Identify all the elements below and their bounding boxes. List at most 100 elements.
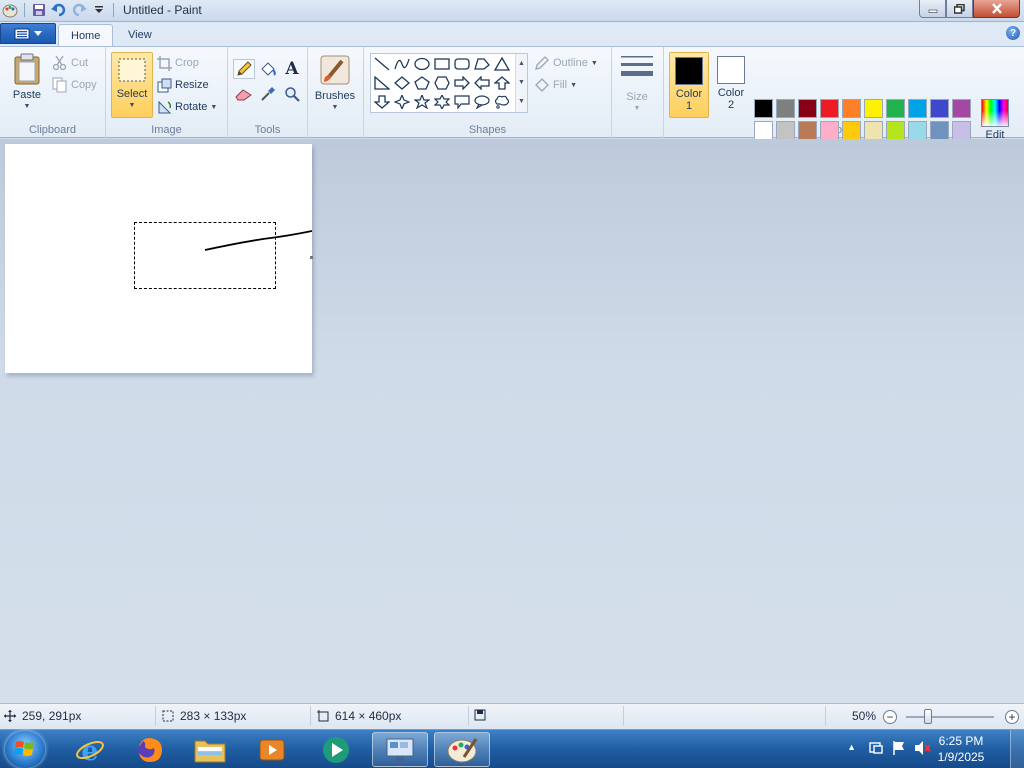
shape-five-point-star-icon[interactable] — [412, 92, 432, 112]
palette-swatch[interactable] — [864, 121, 883, 140]
save-icon[interactable] — [31, 2, 47, 18]
text-tool[interactable]: A — [281, 59, 303, 79]
palette-swatch[interactable] — [908, 99, 927, 118]
zoom-in-button[interactable]: + — [1005, 710, 1019, 724]
customize-qat-icon[interactable] — [91, 2, 107, 18]
restore-button[interactable] — [946, 0, 973, 18]
tab-view[interactable]: View — [116, 24, 164, 46]
shape-right-arrow-icon[interactable] — [452, 73, 472, 93]
taskbar-media-center[interactable] — [308, 732, 364, 767]
fill-tool[interactable] — [257, 59, 279, 79]
palette-swatch[interactable] — [776, 99, 795, 118]
shape-rectangle-icon[interactable] — [432, 54, 452, 74]
shape-up-arrow-icon[interactable] — [492, 73, 512, 93]
shape-curve-icon[interactable] — [392, 54, 412, 74]
shape-diamond-icon[interactable] — [392, 73, 412, 93]
selection-rectangle[interactable] — [134, 222, 276, 289]
start-button[interactable] — [5, 731, 45, 768]
palette-swatch[interactable] — [864, 99, 883, 118]
palette-swatch[interactable] — [930, 99, 949, 118]
taskbar-media-player[interactable] — [244, 732, 300, 767]
palette-swatch[interactable] — [776, 121, 795, 140]
rotate-button[interactable]: Rotate ▼ — [157, 97, 217, 117]
chevron-down-icon: ▼ — [23, 103, 31, 110]
shapes-scrollbar[interactable]: ▲ ▼ ▼ — [515, 54, 527, 112]
shape-six-point-star-icon[interactable] — [432, 92, 452, 112]
palette-swatch[interactable] — [754, 99, 773, 118]
shape-oval-icon[interactable] — [412, 54, 432, 74]
taskbar: e ▲ 6:25 PM 1/9/2025 — [0, 729, 1024, 768]
palette-swatch[interactable] — [908, 121, 927, 140]
palette-swatch[interactable] — [798, 121, 817, 140]
scroll-down-icon[interactable]: ▼ — [516, 73, 527, 92]
palette-swatch[interactable] — [886, 121, 905, 140]
shape-oval-callout-icon[interactable] — [472, 92, 492, 112]
palette-swatch[interactable] — [754, 121, 773, 140]
shape-rect-callout-icon[interactable] — [452, 92, 472, 112]
shape-hexagon-icon[interactable] — [432, 73, 452, 93]
action-center-icon[interactable] — [868, 740, 884, 756]
palette-swatch[interactable] — [820, 99, 839, 118]
outline-button[interactable]: Outline ▼ — [534, 53, 598, 73]
zoom-slider-track[interactable] — [906, 716, 994, 718]
palette-swatch[interactable] — [952, 99, 971, 118]
chevron-down-icon: ▼ — [633, 105, 641, 112]
palette-swatch[interactable] — [930, 121, 949, 140]
select-button[interactable]: Select ▼ — [111, 52, 153, 118]
shape-triangle-icon[interactable] — [492, 54, 512, 74]
palette-swatch[interactable] — [886, 99, 905, 118]
scroll-up-icon[interactable]: ▲ — [516, 54, 527, 73]
color1-button[interactable]: Color 1 — [669, 52, 709, 118]
flag-icon[interactable] — [891, 740, 907, 756]
color2-button[interactable]: Color 2 — [711, 52, 751, 118]
taskbar-paint[interactable] — [434, 732, 490, 767]
canvas-resize-handle[interactable] — [310, 256, 313, 259]
shape-pentagon-icon[interactable] — [412, 73, 432, 93]
zoom-slider-thumb[interactable] — [924, 709, 932, 724]
drawing-canvas[interactable] — [5, 144, 313, 373]
fill-button[interactable]: Fill ▼ — [534, 75, 577, 95]
taskbar-firefox[interactable] — [122, 732, 178, 767]
shape-line-icon[interactable] — [372, 54, 392, 74]
show-hidden-icons-icon[interactable]: ▲ — [847, 742, 856, 752]
pencil-tool[interactable] — [233, 59, 255, 79]
paint-menu-button[interactable] — [0, 23, 56, 44]
paste-button[interactable]: Paste ▼ — [8, 53, 46, 113]
redo-icon[interactable] — [71, 2, 87, 18]
eraser-tool[interactable] — [233, 84, 255, 104]
taskbar-internet-explorer[interactable]: e — [62, 732, 118, 767]
tab-home[interactable]: Home — [58, 24, 114, 46]
show-desktop-button[interactable] — [1010, 730, 1024, 768]
zoom-out-button[interactable]: − — [883, 710, 897, 724]
shape-down-arrow-icon[interactable] — [372, 92, 392, 112]
expand-gallery-icon[interactable]: ▼ — [516, 92, 527, 111]
palette-swatch[interactable] — [798, 99, 817, 118]
size-button[interactable]: Size ▼ — [616, 53, 658, 115]
color-picker-tool[interactable] — [257, 84, 279, 104]
help-button[interactable]: ? — [1006, 26, 1020, 40]
shape-right-triangle-icon[interactable] — [372, 73, 392, 93]
shape-cloud-callout-icon[interactable] — [492, 92, 512, 112]
crop-button[interactable]: Crop — [157, 53, 199, 73]
resize-button[interactable]: Resize — [157, 75, 209, 95]
copy-button[interactable]: Copy — [52, 75, 97, 95]
paint-app-icon[interactable] — [2, 2, 18, 18]
brushes-button[interactable]: Brushes ▼ — [312, 53, 358, 114]
taskbar-file-explorer[interactable] — [182, 732, 238, 767]
taskbar-remote-desktop[interactable] — [372, 732, 428, 767]
undo-icon[interactable] — [51, 2, 67, 18]
canvas-workspace[interactable] — [0, 139, 1024, 703]
minimize-button[interactable] — [919, 0, 946, 18]
cut-button[interactable]: Cut — [52, 53, 88, 73]
shape-left-arrow-icon[interactable] — [472, 73, 492, 93]
palette-swatch[interactable] — [952, 121, 971, 140]
palette-swatch[interactable] — [842, 99, 861, 118]
magnifier-tool[interactable] — [281, 84, 303, 104]
palette-swatch[interactable] — [842, 121, 861, 140]
palette-swatch[interactable] — [820, 121, 839, 140]
clock[interactable]: 6:25 PM 1/9/2025 — [926, 733, 996, 765]
close-button[interactable] — [973, 0, 1020, 18]
shape-polygon-icon[interactable] — [472, 54, 492, 74]
shape-rounded-rectangle-icon[interactable] — [452, 54, 472, 74]
shape-four-point-star-icon[interactable] — [392, 92, 412, 112]
